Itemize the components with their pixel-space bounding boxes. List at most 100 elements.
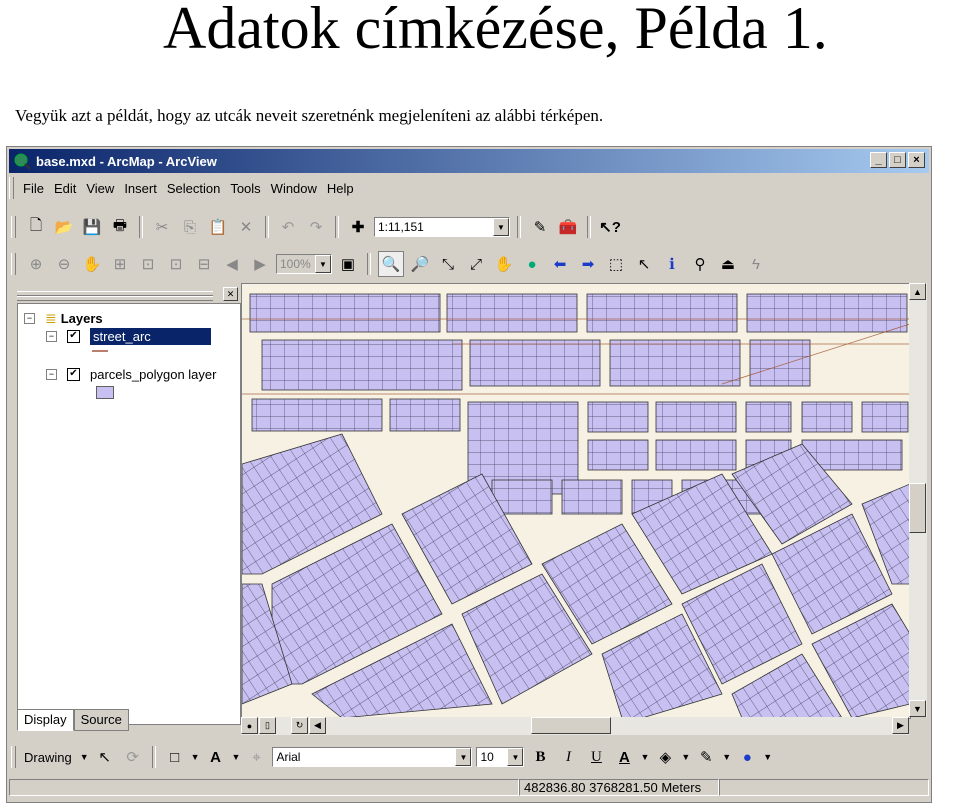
select-elements-arrow-icon[interactable]: ↖ — [632, 252, 656, 276]
chevron-down-icon[interactable]: ▼ — [455, 748, 472, 766]
pan-hand-icon[interactable]: ✋ — [492, 252, 516, 276]
layout-pan-icon[interactable]: ✋ — [80, 252, 104, 276]
maximize-button[interactable]: □ — [889, 152, 906, 168]
scroll-thumb[interactable] — [909, 483, 926, 533]
chevron-down-icon[interactable]: ▼ — [493, 218, 509, 236]
rectangle-icon[interactable]: □ — [163, 745, 187, 769]
line-color-pen-icon[interactable]: ✎ — [694, 745, 718, 769]
new-document-icon[interactable]: 🗋 — [24, 215, 48, 239]
map-view[interactable] — [241, 283, 911, 719]
fill-color-bucket-icon[interactable]: ◈ — [653, 745, 677, 769]
scroll-right-icon[interactable]: ▶ — [892, 717, 909, 734]
identify-info-icon[interactable]: ℹ — [660, 252, 684, 276]
go-forward-extent-icon[interactable]: ▶ — [248, 252, 272, 276]
edit-vertices-icon[interactable]: ⌖ — [244, 745, 268, 769]
go-back-extent-icon[interactable]: ◀ — [220, 252, 244, 276]
menu-grip[interactable] — [9, 177, 14, 199]
scroll-left-icon[interactable]: ◀ — [309, 717, 326, 734]
data-view-globe-icon[interactable]: ● — [241, 717, 258, 734]
menu-tools[interactable]: Tools — [225, 181, 265, 196]
forward-arrow-icon[interactable]: ➡ — [576, 252, 600, 276]
horizontal-scrollbar[interactable]: ● ▯ ↻ ◀ ▶ — [241, 717, 909, 735]
street-arc-checkbox[interactable]: ✔ — [67, 330, 80, 343]
scroll-up-icon[interactable]: ▲ — [909, 283, 926, 300]
font-size-combo[interactable]: 10 ▼ — [476, 747, 525, 767]
drawing-menu[interactable]: Drawing — [24, 750, 72, 765]
parcels-layer[interactable]: parcels_polygon layer — [90, 367, 216, 382]
save-icon[interactable]: 💾 — [80, 215, 104, 239]
fixed-zoom-in-icon[interactable]: ⊡ — [164, 252, 188, 276]
add-data-icon[interactable]: ✚ — [346, 215, 370, 239]
open-folder-icon[interactable]: 📂 — [52, 215, 76, 239]
chevron-down-icon[interactable]: ▼ — [722, 752, 731, 762]
select-arrow-icon[interactable]: ↖ — [93, 745, 117, 769]
street-arc-layer[interactable]: street_arc — [90, 328, 211, 345]
editor-toolbar-icon[interactable]: ✎ — [528, 215, 552, 239]
layout-zoom-in-icon[interactable]: ⊕ — [24, 252, 48, 276]
tab-display[interactable]: Display — [17, 709, 74, 731]
fixed-zoom-in-map-icon[interactable]: ⤡ — [436, 252, 460, 276]
select-features-icon[interactable]: ⬚ — [604, 252, 628, 276]
vertical-scrollbar[interactable]: ▲ ▼ — [909, 283, 927, 717]
chevron-down-icon[interactable]: ▼ — [640, 752, 649, 762]
menu-help[interactable]: Help — [322, 181, 359, 196]
collapse-street-arc-icon[interactable]: − — [46, 331, 57, 342]
chevron-down-icon[interactable]: ▼ — [763, 752, 772, 762]
undo-icon[interactable]: ↶ — [276, 215, 300, 239]
menu-edit[interactable]: Edit — [49, 181, 81, 196]
parcels-symbol[interactable] — [96, 386, 114, 399]
zoom-out-icon[interactable]: 🔎 — [408, 252, 432, 276]
back-arrow-icon[interactable]: ⬅ — [548, 252, 572, 276]
arctoolbox-icon[interactable]: 🧰 — [556, 215, 580, 239]
toolbar-grip[interactable] — [11, 253, 16, 275]
chevron-down-icon[interactable]: ▼ — [232, 752, 241, 762]
measure-icon[interactable]: ⏏ — [716, 252, 740, 276]
fixed-zoom-out-icon[interactable]: ⊟ — [192, 252, 216, 276]
menu-window[interactable]: Window — [266, 181, 322, 196]
font-combo[interactable]: Arial ▼ — [272, 747, 473, 767]
hyperlink-lightning-icon[interactable]: ϟ — [744, 252, 768, 276]
marker-color-icon[interactable]: ● — [735, 745, 759, 769]
chevron-down-icon[interactable]: ▼ — [681, 752, 690, 762]
minimize-button[interactable]: _ — [870, 152, 887, 168]
scroll-down-icon[interactable]: ▼ — [909, 700, 926, 717]
zoom-in-icon[interactable]: 🔍 — [378, 251, 404, 277]
layout-zoom-out-icon[interactable]: ⊖ — [52, 252, 76, 276]
menu-file[interactable]: File — [18, 181, 49, 196]
toc-close-icon[interactable]: ✕ — [223, 287, 238, 301]
refresh-icon[interactable]: ↻ — [291, 717, 308, 734]
redo-icon[interactable]: ↷ — [304, 215, 328, 239]
layers-root-label[interactable]: Layers — [61, 311, 103, 326]
chevron-down-icon[interactable]: ▼ — [191, 752, 200, 762]
italic-button[interactable]: I — [556, 745, 580, 769]
menu-selection[interactable]: Selection — [162, 181, 225, 196]
toggle-draft-mode-icon[interactable]: ▣ — [336, 252, 360, 276]
zoom-100-icon[interactable]: ⊡ — [136, 252, 160, 276]
close-button[interactable]: × — [908, 152, 925, 168]
zoom-percent-combo[interactable]: 100% ▼ — [276, 254, 332, 274]
delete-icon[interactable]: ✕ — [234, 215, 258, 239]
paste-icon[interactable]: 📋 — [206, 215, 230, 239]
scale-combo[interactable]: 1:11,151 ▼ — [374, 217, 510, 237]
underline-button[interactable]: U — [584, 745, 608, 769]
collapse-layers-icon[interactable]: − — [24, 313, 35, 324]
parcel-map[interactable] — [242, 284, 910, 718]
zoom-whole-page-icon[interactable]: ⊞ — [108, 252, 132, 276]
street-arc-symbol[interactable] — [92, 350, 108, 352]
print-icon[interactable]: 🖶 — [108, 215, 132, 239]
cut-icon[interactable]: ✂ — [150, 215, 174, 239]
toolbar-grip[interactable] — [11, 216, 16, 238]
fixed-zoom-out-map-icon[interactable]: ⤢ — [464, 252, 488, 276]
rotate-icon[interactable]: ⟳ — [121, 745, 145, 769]
toolbar-grip[interactable] — [11, 746, 16, 768]
chevron-down-icon[interactable]: ▼ — [507, 748, 524, 766]
parcels-checkbox[interactable]: ✔ — [67, 368, 80, 381]
chevron-down-icon[interactable]: ▼ — [80, 752, 89, 762]
copy-icon[interactable]: ⎘ — [178, 215, 202, 239]
hscroll-thumb[interactable] — [531, 717, 611, 734]
chevron-down-icon[interactable]: ▼ — [315, 255, 331, 273]
layout-view-icon[interactable]: ▯ — [259, 717, 276, 734]
text-tool-icon[interactable]: A — [204, 745, 228, 769]
find-binoculars-icon[interactable]: ⚲ — [688, 252, 712, 276]
full-extent-globe-icon[interactable]: ● — [520, 252, 544, 276]
